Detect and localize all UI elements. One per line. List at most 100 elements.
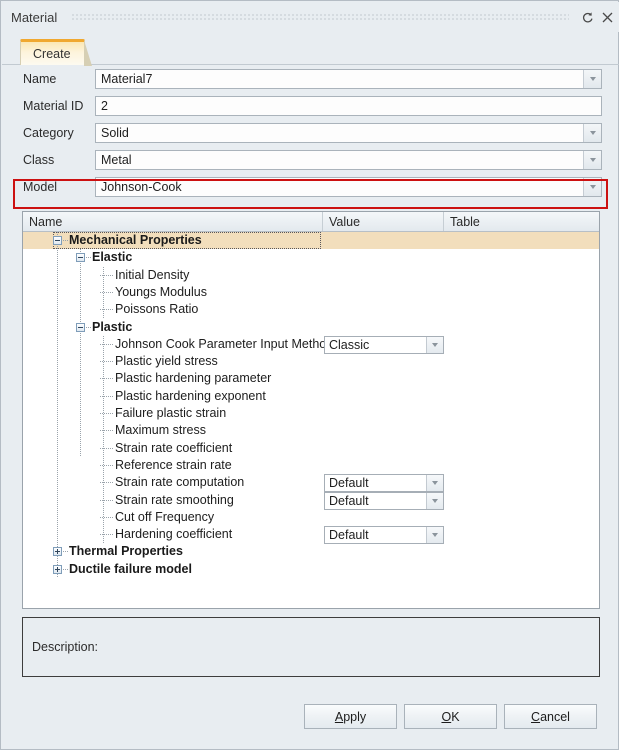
tree-row-label: Maximum stress bbox=[115, 423, 206, 438]
name-combo[interactable]: Material7 bbox=[95, 68, 602, 89]
chevron-down-icon[interactable] bbox=[583, 150, 601, 169]
tree-guide-line bbox=[100, 516, 113, 518]
tree-value-combo[interactable]: Default bbox=[324, 491, 444, 510]
tree-value-text[interactable]: Default bbox=[325, 493, 426, 509]
name-label: Name bbox=[23, 71, 57, 86]
category-value[interactable]: Solid bbox=[96, 124, 583, 142]
close-icon[interactable] bbox=[599, 8, 615, 26]
class-combo[interactable]: Metal bbox=[95, 149, 602, 170]
title-drag-grip[interactable] bbox=[71, 12, 569, 22]
tree-value-combo[interactable]: Default bbox=[324, 526, 444, 545]
tree-row[interactable]: Plastic bbox=[23, 319, 599, 336]
tree-row[interactable]: Failure plastic strain bbox=[23, 405, 599, 422]
tree-row[interactable]: Cut off Frequency bbox=[23, 509, 599, 526]
chevron-down-icon[interactable] bbox=[583, 177, 601, 196]
tree-expand-icon[interactable] bbox=[53, 547, 62, 557]
tree-guide-line bbox=[86, 257, 91, 259]
tree-collapse-icon[interactable] bbox=[53, 236, 62, 245]
tree-value-combo[interactable]: Default bbox=[324, 474, 444, 493]
tree-row-label: Elastic bbox=[92, 250, 133, 265]
tree-row[interactable]: Ductile failure model bbox=[23, 561, 599, 578]
tree-row[interactable]: Maximum stress bbox=[23, 422, 599, 439]
tree-row[interactable]: Plastic yield stress bbox=[23, 353, 599, 370]
tree-row[interactable]: Initial Density bbox=[23, 267, 599, 284]
tab-strip: Create bbox=[2, 32, 619, 66]
chevron-down-icon[interactable] bbox=[426, 475, 443, 492]
tree-guide-line bbox=[63, 551, 68, 553]
tree-row[interactable]: Plastic hardening exponent bbox=[23, 388, 599, 405]
description-box[interactable]: Description: bbox=[22, 617, 600, 677]
ok-button-label: OK bbox=[441, 709, 460, 724]
tree-row-label: Mechanical Properties bbox=[69, 233, 202, 247]
tree-row[interactable]: Reference strain rate bbox=[23, 457, 599, 474]
tree-guide-line bbox=[100, 361, 113, 363]
material-dialog: Material Create Name Material7 Material … bbox=[0, 0, 619, 750]
tree-guide-line bbox=[100, 430, 113, 432]
tree-expand-icon[interactable] bbox=[53, 564, 62, 574]
chevron-down-icon[interactable] bbox=[426, 492, 443, 509]
column-header-name[interactable]: Name bbox=[23, 212, 323, 231]
tree-row-label: Johnson Cook Parameter Input Method bbox=[115, 336, 334, 351]
chevron-down-icon[interactable] bbox=[583, 123, 601, 142]
properties-tree-body: Mechanical Properties Elastic Initial Dens… bbox=[23, 232, 599, 608]
chevron-down-icon[interactable] bbox=[426, 336, 443, 353]
ok-button[interactable]: OK bbox=[404, 704, 497, 729]
category-combo[interactable]: Solid bbox=[95, 122, 602, 143]
tree-row-label: Reference strain rate bbox=[115, 457, 232, 472]
tree-row[interactable]: Poissons Ratio bbox=[23, 301, 599, 318]
title-bar: Material bbox=[2, 2, 619, 32]
tree-row[interactable]: Strain rate smoothing Default bbox=[23, 491, 599, 510]
tab-create[interactable]: Create bbox=[20, 39, 92, 66]
material-id-value[interactable]: 2 bbox=[96, 97, 601, 115]
tree-row[interactable]: Thermal Properties bbox=[23, 543, 599, 560]
form-row-class: Class Metal bbox=[2, 146, 619, 173]
tree-guide-line bbox=[100, 395, 113, 397]
material-form: Name Material7 Material ID 2 Category So… bbox=[2, 65, 619, 200]
tree-row-label: Ductile failure model bbox=[69, 561, 192, 576]
apply-button[interactable]: Apply bbox=[304, 704, 397, 729]
tree-row[interactable]: Strain rate computation Default bbox=[23, 474, 599, 493]
tree-row[interactable]: Strain rate coefficient bbox=[23, 440, 599, 457]
tree-guide-line bbox=[63, 568, 68, 570]
model-combo[interactable]: Johnson-Cook bbox=[95, 176, 602, 197]
tree-row[interactable]: Johnson Cook Parameter Input Method Class… bbox=[23, 335, 599, 354]
column-header-table[interactable]: Table bbox=[444, 212, 599, 231]
tree-row-label: Failure plastic strain bbox=[115, 406, 227, 420]
material-id-input[interactable]: 2 bbox=[95, 95, 602, 116]
cancel-button[interactable]: Cancel bbox=[504, 704, 597, 729]
tree-value-text[interactable]: Classic bbox=[325, 337, 426, 353]
name-value[interactable]: Material7 bbox=[96, 70, 583, 88]
tree-collapse-icon[interactable] bbox=[76, 322, 85, 332]
reset-icon[interactable] bbox=[579, 8, 595, 26]
tree-row-label: Strain rate smoothing bbox=[115, 492, 234, 507]
tree-value-combo[interactable]: Classic bbox=[324, 335, 444, 354]
class-value[interactable]: Metal bbox=[96, 151, 583, 169]
tree-row[interactable]: Plastic hardening parameter bbox=[23, 370, 599, 387]
tree-row-label: Plastic bbox=[92, 319, 133, 334]
tree-row-label: Plastic yield stress bbox=[115, 354, 218, 369]
description-label: Description: bbox=[32, 640, 98, 654]
tree-row-label: Plastic hardening exponent bbox=[115, 388, 266, 403]
tree-row[interactable]: Elastic bbox=[23, 249, 599, 266]
model-value[interactable]: Johnson-Cook bbox=[96, 178, 583, 196]
properties-tree-panel: Name Value Table Mechanical Properties El… bbox=[22, 211, 600, 609]
chevron-down-icon[interactable] bbox=[583, 69, 601, 88]
tree-row-label: Hardening coefficient bbox=[115, 527, 233, 542]
category-label: Category bbox=[23, 125, 74, 140]
tree-guide-line bbox=[100, 291, 113, 293]
tree-row-label: Strain rate computation bbox=[115, 475, 245, 490]
tree-row[interactable]: Hardening coefficient Default bbox=[23, 526, 599, 545]
tree-value-text[interactable]: Default bbox=[325, 527, 426, 543]
column-header-value[interactable]: Value bbox=[323, 212, 444, 231]
tree-guide-line bbox=[100, 482, 113, 484]
tree-row[interactable]: Mechanical Properties bbox=[23, 232, 599, 250]
tree-row-label: Cut off Frequency bbox=[115, 509, 215, 524]
tab-create-label: Create bbox=[33, 46, 71, 61]
tree-guide-line bbox=[80, 249, 81, 457]
tree-value-text[interactable]: Default bbox=[325, 475, 426, 491]
tree-guide-line bbox=[100, 413, 113, 414]
dialog-button-bar: Apply OK Cancel bbox=[1, 704, 618, 729]
tree-collapse-icon[interactable] bbox=[76, 253, 85, 263]
chevron-down-icon[interactable] bbox=[426, 527, 443, 544]
tree-row[interactable]: Youngs Modulus bbox=[23, 284, 599, 301]
